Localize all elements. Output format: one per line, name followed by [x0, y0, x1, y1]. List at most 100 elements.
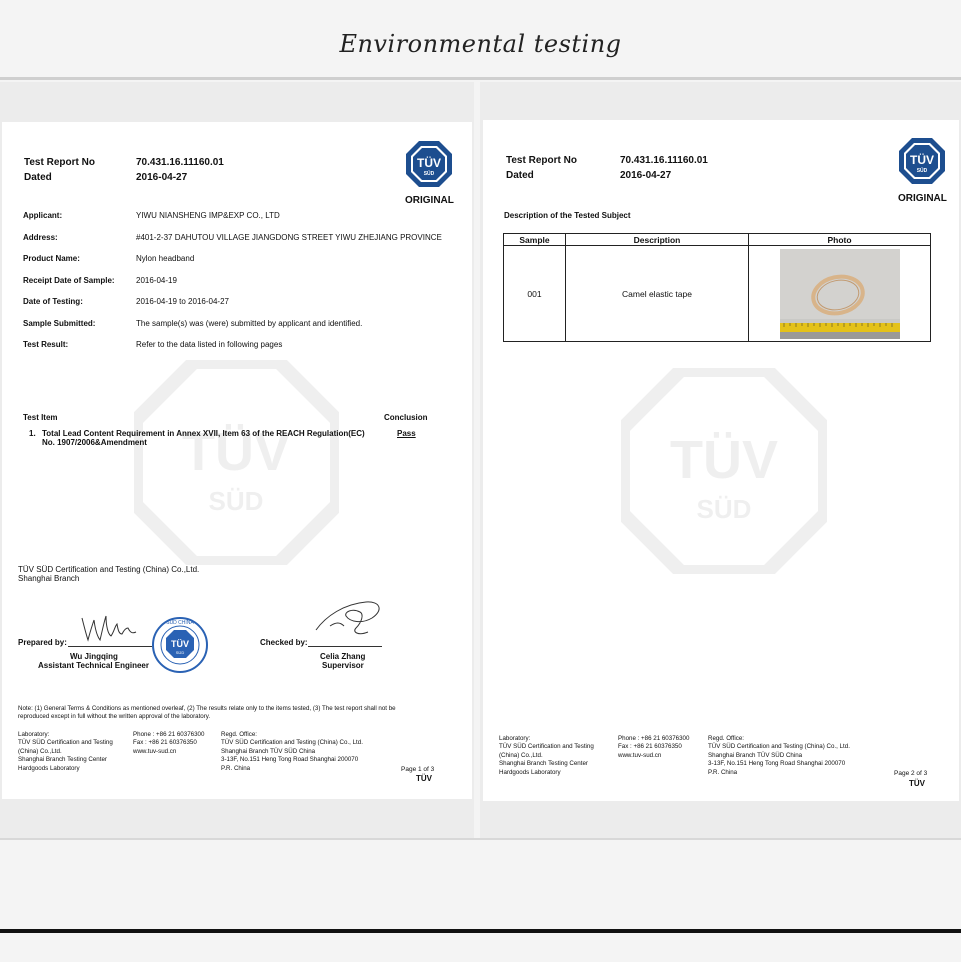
company-line-1: TÜV SÜD Certification and Testing (China…: [18, 565, 200, 574]
stamp-logo-top: TÜV: [171, 639, 189, 649]
test-item-header: Test Item: [23, 413, 58, 422]
bottom-divider: [0, 838, 961, 840]
footer-fax: Fax : +86 21 60376350: [618, 743, 682, 751]
watermark-text-bottom: SÜD: [697, 494, 752, 524]
section-title: Description of the Tested Subject: [504, 211, 631, 220]
report-no-value: 70.431.16.11160.01: [136, 157, 224, 168]
field-label-product: Product Name:: [23, 254, 80, 263]
table-cell-sample: 001: [503, 245, 566, 342]
field-value-receipt-date: 2016-04-19: [136, 276, 177, 285]
footer-phone: Phone : +86 21 60376300: [618, 735, 690, 742]
watermark-text-top: TÜV: [670, 430, 778, 490]
logo-text-top: TÜV: [417, 155, 441, 170]
report-no-value: 70.431.16.11160.01: [620, 155, 708, 166]
footer-lab-block: Laboratory: TÜV SÜD Certification and Te…: [499, 735, 594, 777]
field-label-sample-submitted: Sample Submitted:: [23, 319, 96, 328]
test-item-line-2: No. 1907/2006&Amendment: [42, 438, 147, 447]
tuv-watermark-icon: TÜV SÜD: [621, 368, 827, 574]
field-value-product: Nylon headband: [136, 254, 195, 263]
footer-contact-block: Phone : +86 21 60376300 Fax : +86 21 603…: [618, 735, 689, 760]
note-line-1: Note: (1) General Terms & Conditions as …: [18, 705, 396, 712]
watermark-text-bottom: SÜD: [209, 486, 264, 516]
table-header-photo: Photo: [748, 233, 931, 246]
page-heading: Environmental testing: [339, 30, 622, 58]
report-no-label: Test Report No: [506, 155, 577, 166]
dated-value: 2016-04-27: [136, 172, 188, 183]
footer-office-line: TÜV SÜD Certification and Testing (China…: [708, 743, 850, 751]
tested-subject-table: Sample Description Photo 001 Camel elast…: [503, 233, 931, 342]
prepared-title: Assistant Technical Engineer: [38, 661, 149, 670]
tuv-watermark-icon: TÜV SÜD: [134, 360, 339, 565]
checked-name: Celia Zhang: [320, 652, 366, 661]
table-cell-photo: [748, 245, 931, 342]
company-line-2: Shanghai Branch: [18, 574, 80, 583]
footer-office-line: P.R. China: [708, 768, 738, 776]
checked-signature-line: [308, 646, 382, 647]
footer-lab-line: TÜV SÜD Certification and Testing: [18, 739, 113, 747]
dated-value: 2016-04-27: [620, 170, 672, 181]
footer-lab-line: TÜV SÜD Certification and Testing: [499, 743, 594, 751]
field-value-testing-date: 2016-04-19 to 2016-04-27: [136, 297, 229, 306]
dated-label: Dated: [24, 172, 52, 183]
original-label: ORIGINAL: [405, 195, 454, 206]
prepared-name: Wu Jingqing: [70, 652, 118, 661]
footer-office-line: Regd. Office:: [221, 731, 257, 738]
field-value-sample-submitted: The sample(s) was (were) submitted by ap…: [136, 319, 363, 328]
prepared-by-label: Prepared by:: [18, 638, 67, 647]
checked-title: Supervisor: [322, 661, 364, 670]
field-label-test-result: Test Result:: [23, 340, 69, 349]
report-page-1: TÜV SÜD Test Report No 70.431.16.11160.0…: [2, 122, 472, 799]
footer-office-line: 3-13F, No.151 Heng Tong Road Shanghai 20…: [708, 760, 846, 768]
footer-lab-line: (China) Co.,Ltd.: [499, 751, 543, 759]
footer-office-line: Shanghai Branch TÜV SÜD China: [221, 747, 316, 755]
field-value-applicant: YIWU NIANSHENG IMP&EXP CO., LTD: [136, 211, 280, 220]
footer-office-block: Regd. Office: TÜV SÜD Certification and …: [221, 731, 363, 773]
footer-office-line: Shanghai Branch TÜV SÜD China: [708, 751, 803, 759]
footer-lab-line: Laboratory:: [18, 731, 50, 738]
sample-photo-image: [779, 248, 900, 339]
original-label: ORIGINAL: [898, 193, 947, 204]
tuv-stamp-icon: TÜV SÜD SÜD CHINA: [152, 617, 208, 673]
report-page-2: TÜV SÜD Test Report No 70.431.16.11160.0…: [483, 120, 959, 801]
conclusion-header: Conclusion: [384, 413, 428, 422]
footer-lab-line: Shanghai Branch Testing Center: [18, 756, 107, 764]
dated-label: Dated: [506, 170, 534, 181]
table-cell-description: Camel elastic tape: [565, 245, 749, 342]
footer-website: www.tuv-sud.cn: [133, 747, 177, 755]
footer-tuv-mark: TÜV: [909, 779, 925, 788]
footer-lab-block: Laboratory: TÜV SÜD Certification and Te…: [18, 731, 113, 773]
stamp-ring-text: SÜD CHINA: [166, 619, 194, 626]
footer-contact-block: Phone : +86 21 60376300 Fax : +86 21 603…: [133, 731, 204, 756]
logo-text-bottom: SÜD: [424, 170, 435, 177]
checked-by-label: Checked by:: [260, 638, 308, 647]
table-header-description: Description: [565, 233, 749, 246]
test-item-line-1: Total Lead Content Requirement in Annex …: [42, 429, 365, 438]
footer-phone: Phone : +86 21 60376300: [133, 731, 205, 738]
footer-office-line: Regd. Office:: [708, 735, 744, 742]
footer-tuv-mark: TÜV: [416, 774, 432, 783]
footer-office-block: Regd. Office: TÜV SÜD Certification and …: [708, 735, 850, 777]
checked-signature-icon: [315, 601, 380, 635]
test-item-number: 1.: [29, 429, 36, 438]
field-value-address: #401-2-37 DAHUTOU VILLAGE JIANGDONG STRE…: [136, 233, 442, 242]
field-label-receipt-date: Receipt Date of Sample:: [23, 276, 115, 285]
footer-lab-line: Laboratory:: [499, 735, 531, 742]
table-header-row: Sample Description Photo: [503, 233, 931, 246]
footer-lab-line: Hardgoods Laboratory: [18, 764, 80, 772]
field-label-testing-date: Date of Testing:: [23, 297, 83, 306]
logo-text-bottom: SÜD: [917, 167, 928, 174]
conclusion-value: Pass: [397, 429, 416, 438]
footer-lab-line: (China) Co.,Ltd.: [18, 747, 62, 755]
field-label-applicant: Applicant:: [23, 211, 63, 220]
prepared-signature-icon: [81, 615, 137, 642]
field-label-address: Address:: [23, 233, 58, 242]
tuv-logo-icon: TÜV SÜD: [406, 141, 452, 187]
footer-lab-line: Shanghai Branch Testing Center: [499, 760, 588, 768]
table-row: 001 Camel elastic tape: [503, 245, 931, 342]
heading-divider: [0, 77, 961, 80]
footer-lab-line: Hardgoods Laboratory: [499, 768, 561, 776]
footer-office-line: P.R. China: [221, 764, 251, 772]
footer-office-line: 3-13F, No.151 Heng Tong Road Shanghai 20…: [221, 756, 359, 764]
footer-website: www.tuv-sud.cn: [618, 751, 662, 759]
report-no-label: Test Report No: [24, 157, 95, 168]
